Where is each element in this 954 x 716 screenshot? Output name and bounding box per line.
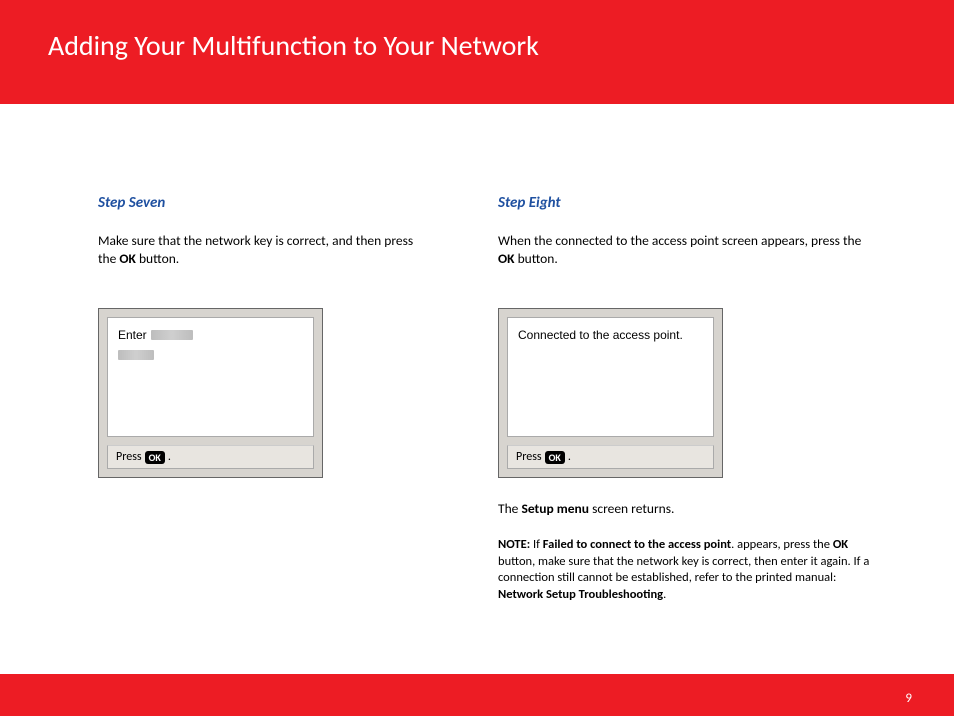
step-eight-text: When the connected to the access point s…	[498, 232, 878, 268]
enter-line: Enter	[118, 328, 303, 342]
device-screen-connected: Connected to the access point. Press OK …	[498, 308, 723, 478]
text-fragment: When the connected to the access point s…	[498, 232, 861, 249]
note-label: NOTE:	[498, 537, 530, 552]
device-screen-body: Connected to the access point.	[507, 317, 714, 437]
press-label: Press	[116, 450, 142, 464]
connected-message: Connected to the access point.	[518, 328, 703, 342]
period: .	[168, 450, 171, 464]
footer-band: 9	[0, 674, 954, 716]
connected-text: Connected to the access point.	[518, 328, 683, 342]
text-fragment: button.	[515, 250, 558, 267]
ok-bold: OK	[498, 250, 515, 267]
blurred-text	[118, 350, 154, 360]
period: .	[568, 450, 571, 464]
device-footer: Press OK .	[507, 445, 714, 469]
failed-bold: Failed to connect to the access point	[543, 537, 731, 552]
device-footer: Press OK .	[107, 445, 314, 469]
step-seven-text: Make sure that the network key is correc…	[98, 232, 418, 268]
enter-label: Enter	[118, 328, 147, 342]
text-fragment: .	[663, 587, 666, 602]
text-fragment: screen returns.	[589, 500, 674, 517]
header-band: Adding Your Multifunction to Your Networ…	[0, 0, 954, 104]
troubleshooting-bold: Network Setup Troubleshooting	[498, 587, 663, 602]
returns-text: The Setup menu screen returns.	[498, 500, 878, 518]
text-fragment: If	[530, 537, 543, 552]
ok-chip: OK	[145, 451, 165, 464]
step-seven-column: Step Seven Make sure that the network ke…	[98, 194, 418, 604]
ok-bold: OK	[119, 250, 136, 267]
device-screen-enter: Enter Press OK .	[98, 308, 323, 478]
content-area: Step Seven Make sure that the network ke…	[0, 104, 954, 604]
note-block: NOTE: If Failed to connect to the access…	[498, 537, 878, 605]
blurred-text	[151, 330, 193, 340]
entry-value-line	[118, 350, 303, 360]
ok-chip: OK	[545, 451, 565, 464]
text-fragment: button.	[136, 250, 179, 267]
device-screen-body: Enter	[107, 317, 314, 437]
ok-bold: OK	[833, 537, 848, 552]
text-fragment: button, make sure that the network key i…	[498, 554, 869, 586]
text-fragment: . appears, press the	[731, 537, 833, 552]
page-title: Adding Your Multifunction to Your Networ…	[48, 28, 954, 63]
step-eight-column: Step Eight When the connected to the acc…	[498, 194, 878, 604]
text-fragment: The	[498, 500, 521, 517]
step-seven-heading: Step Seven	[98, 194, 418, 212]
step-eight-heading: Step Eight	[498, 194, 878, 212]
page-number: 9	[905, 691, 912, 706]
press-label: Press	[516, 450, 542, 464]
setup-menu-bold: Setup menu	[521, 500, 589, 517]
